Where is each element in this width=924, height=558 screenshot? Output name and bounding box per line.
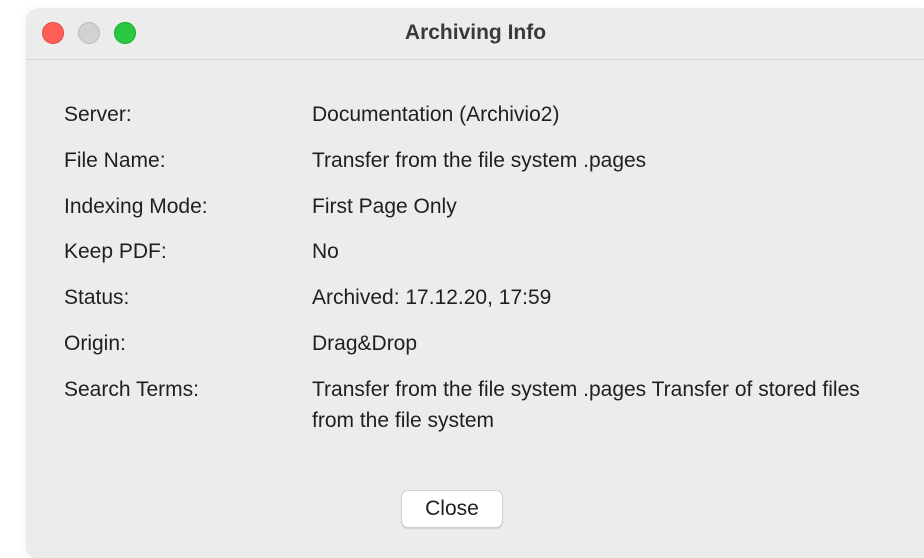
- archiving-info-window: Archiving Info Server: Documentation (Ar…: [27, 9, 924, 558]
- info-panel: Server: Documentation (Archivio2) File N…: [27, 60, 924, 558]
- field-label: Indexing Mode:: [64, 195, 208, 218]
- field-value: Archived: 17.12.20, 17:59: [312, 286, 552, 309]
- field-label: Server:: [64, 103, 132, 126]
- field-value: Transfer from the file system .pages: [312, 149, 647, 172]
- window-title: Archiving Info: [404, 21, 547, 44]
- field-value: No: [312, 240, 339, 263]
- field-label: Origin:: [64, 332, 126, 355]
- field-value: Transfer from the file system .pages Tra…: [312, 378, 860, 432]
- field-value: First Page Only: [312, 195, 457, 218]
- field-label: Keep PDF:: [64, 240, 167, 263]
- field-label: File Name:: [64, 149, 166, 172]
- field-label: Status:: [64, 286, 130, 309]
- field-label: Search Terms:: [64, 378, 199, 401]
- close-button[interactable]: Close: [401, 490, 503, 528]
- title-bar: Archiving Info: [27, 9, 924, 60]
- field-value: Drag&Drop: [312, 332, 418, 355]
- field-value: Documentation (Archivio2): [312, 103, 560, 126]
